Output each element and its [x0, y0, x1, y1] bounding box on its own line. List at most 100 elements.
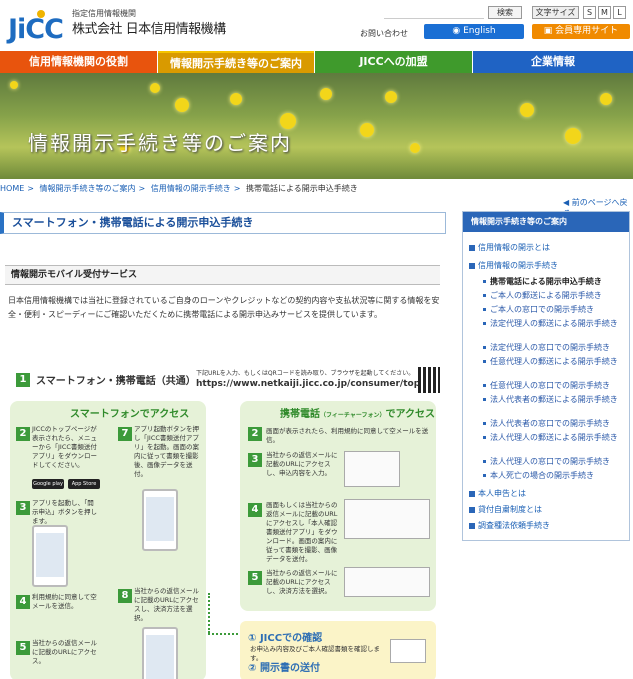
- smart-step8-text: 当社からの返信メールに記載のURLにアクセスし、決済方法を選択。: [134, 587, 199, 622]
- sidebar-item-mobile[interactable]: 携帯電話による開示申込手続き: [483, 276, 602, 287]
- breadcrumb-home[interactable]: HOME: [0, 184, 24, 193]
- flower-decoration: [360, 123, 374, 137]
- feat-step3-text: 当社からの返信メールに記載のURLにアクセスし、申込内容を入力。: [266, 451, 338, 477]
- flower-decoration: [150, 83, 160, 93]
- nav-item-role[interactable]: 信用情報機関の役割: [0, 51, 157, 73]
- sidebar-item-label: ご本人の郵送による開示手続き: [490, 291, 602, 300]
- sidebar-item-self-report[interactable]: 本人申告とは: [469, 488, 526, 499]
- flower-decoration: [600, 93, 612, 105]
- sidebar-item-label: 任意代理人の窓口での開示手続き: [490, 381, 610, 390]
- arrow-left-icon: ◀: [563, 198, 572, 207]
- sidebar-item-label: 信用情報の開示とは: [478, 243, 550, 252]
- confirm-step1: ① JICCでの確認: [248, 633, 323, 644]
- sidebar-item-label: 法定代理人の窓口での開示手続き: [490, 343, 610, 352]
- feat-step4-text: 画面もしくは当社からの返信メールに記載のURLにアクセスし「本人確認書類送付アプ…: [266, 501, 338, 563]
- bullet-icon: [483, 460, 486, 463]
- sidebar-item-lending-restraint[interactable]: 貸付自粛制度とは: [469, 504, 542, 515]
- bullet-icon: [483, 436, 486, 439]
- sidebar-item-self-counter[interactable]: ご本人の窓口での開示手続き: [483, 304, 594, 315]
- font-size-m-button[interactable]: M: [598, 6, 611, 19]
- logo-dot-icon: [37, 10, 45, 18]
- english-label: English: [463, 26, 496, 36]
- member-label: 会員専用サイト: [555, 26, 619, 36]
- breadcrumb-current: 携帯電話による開示申込手続き: [246, 184, 358, 193]
- sidebar-item-self-mail[interactable]: ご本人の郵送による開示手続き: [483, 290, 602, 301]
- logo-text: JiCC: [8, 14, 64, 45]
- sidebar-item-label: ご本人の窓口での開示手続き: [490, 305, 594, 314]
- smart-step4-text: 利用規約に同意して空メールを送信。: [32, 593, 97, 610]
- sidebar-item-label: 信用情報の開示手続き: [478, 261, 558, 270]
- mail-screenshot: [344, 499, 430, 539]
- jicc-logo[interactable]: JiCC: [2, 6, 66, 45]
- sidebar-item-disclosure-procedure[interactable]: 信用情報の開示手続き: [469, 260, 558, 271]
- font-size-l-button[interactable]: L: [613, 6, 626, 19]
- step-number: 8: [118, 589, 132, 603]
- featurephone-section: 携帯電話（フィーチャーフォン）でアクセス 2 画面が表示されたら、利用規約に同意…: [240, 401, 436, 611]
- sidebar: 情報開示手続き等のご案内 信用情報の開示とは 信用情報の開示手続き 携帯電話によ…: [462, 211, 630, 541]
- nav-item-disclosure[interactable]: 情報開示手続き等のご案内: [158, 51, 314, 73]
- sidebar-item-legal-mail[interactable]: 法定代理人の郵送による開示手続き: [483, 318, 623, 329]
- sidebar-item-label: 任意代理人の郵送による開示手続き: [490, 357, 618, 366]
- flower-decoration: [10, 81, 18, 89]
- sidebar-item-agent-counter[interactable]: 任意代理人の窓口での開示手続き: [483, 380, 610, 391]
- sidebar-item-corp-agent-counter[interactable]: 法人代理人の窓口での開示手続き: [483, 456, 610, 467]
- english-button[interactable]: ◉ English: [424, 24, 524, 39]
- form-screenshot: [344, 451, 400, 487]
- sidebar-item-corp-agent-mail[interactable]: 法人代理人の郵送による開示手続き: [483, 432, 623, 443]
- section-heading: 情報開示モバイル受付サービス: [5, 265, 440, 285]
- app-store-badge[interactable]: App Store: [68, 479, 100, 489]
- sidebar-item-label: 携帯電話による開示申込手続き: [490, 277, 602, 286]
- sidebar-item-corp-rep-counter[interactable]: 法人代表者の窓口での開示手続き: [483, 418, 610, 429]
- step-number: 2: [248, 427, 262, 441]
- page-title: スマートフォン・携帯電話による開示申込手続き: [0, 212, 446, 234]
- flower-decoration: [385, 91, 397, 103]
- flower-decoration: [520, 103, 534, 117]
- step1-note: 下記URLを入力、もしくはQRコードを読み取り、ブラウザを起動してください。: [196, 370, 415, 377]
- smartphone-title: スマートフォンでアクセス: [70, 409, 190, 420]
- sidebar-item-investigation[interactable]: 調査種法依頼手続き: [469, 520, 550, 531]
- hero-title: 情報開示手続き等のご案内: [28, 131, 292, 155]
- qr-code-icon: [418, 367, 440, 393]
- nav-item-join[interactable]: JICCへの加盟: [315, 51, 472, 73]
- hero-banner: 情報開示手続き等のご案内: [0, 73, 633, 179]
- smart-step3-text: アプリを起動し、「開示申込」ボタンを押します。: [32, 499, 97, 525]
- feat-step5-text: 当社からの返信メールに記載のURLにアクセスし、決済方法を選択。: [266, 569, 338, 595]
- search-button[interactable]: 検索: [488, 6, 522, 19]
- font-size-s-button[interactable]: S: [583, 6, 596, 19]
- global-nav: 信用情報機関の役割 情報開示手続き等のご案内 JICCへの加盟 企業情報: [0, 51, 633, 73]
- sidebar-item-disclosure-about[interactable]: 信用情報の開示とは: [469, 242, 550, 253]
- breadcrumb-disclosure[interactable]: 情報開示手続き等のご案内: [40, 184, 136, 193]
- google-play-badge[interactable]: Google play: [32, 479, 64, 489]
- breadcrumb-separator: >: [27, 184, 34, 193]
- org-name: 株式会社 日本信用情報機構: [72, 22, 226, 37]
- step1-row: 1 スマートフォン・携帯電話（共通） 下記URLを入力、もしくはQRコードを読み…: [16, 367, 440, 397]
- flow-connector: [208, 633, 242, 635]
- sidebar-item-agent-mail[interactable]: 任意代理人の郵送による開示手続き: [483, 356, 623, 367]
- step-number: 5: [248, 571, 262, 585]
- bullet-icon: [483, 474, 486, 477]
- breadcrumb-credit-disclosure[interactable]: 信用情報の開示手続き: [151, 184, 231, 193]
- sidebar-item-deceased[interactable]: 本人死亡の場合の開示手続き: [483, 470, 594, 481]
- featurephone-title: 携帯電話（フィーチャーフォン）でアクセス: [280, 405, 435, 420]
- confirm-step2: ② 開示書の送付: [248, 663, 320, 674]
- breadcrumb-separator: >: [233, 184, 241, 193]
- jicc-url[interactable]: https://www.netkaiji.jicc.co.jp/consumer…: [196, 379, 436, 389]
- sidebar-item-label: 本人申告とは: [478, 489, 526, 498]
- search-input[interactable]: [384, 7, 484, 19]
- sidebar-item-legal-counter[interactable]: 法定代理人の窓口での開示手続き: [483, 342, 610, 353]
- sidebar-heading: 情報開示手続き等のご案内: [463, 212, 629, 232]
- flower-decoration: [410, 143, 420, 153]
- sidebar-item-corp-rep-mail[interactable]: 法人代表者の郵送による開示手続き: [483, 394, 623, 405]
- bullet-icon: [483, 280, 486, 283]
- font-size-label: 文字サイズ: [532, 6, 579, 19]
- bullet-icon: [483, 360, 486, 363]
- flow-connector: [208, 593, 210, 633]
- sidebar-item-label: 法人代表者の窓口での開示手続き: [490, 419, 610, 428]
- member-site-button[interactable]: ▣ 会員専用サイト: [532, 24, 630, 39]
- bullet-icon: [483, 384, 486, 387]
- sidebar-item-label: 法人代理人の郵送による開示手続き: [490, 433, 618, 442]
- flow-diagram: 1 スマートフォン・携帯電話（共通） 下記URLを入力、もしくはQRコードを読み…: [8, 363, 440, 679]
- inquiry-link[interactable]: お問い合わせ: [360, 28, 408, 39]
- nav-item-company[interactable]: 企業情報: [473, 51, 633, 73]
- confirm-section: ① JICCでの確認 お申込み内容及びご本人確認書類を確認します。 ② 開示書の…: [240, 621, 436, 679]
